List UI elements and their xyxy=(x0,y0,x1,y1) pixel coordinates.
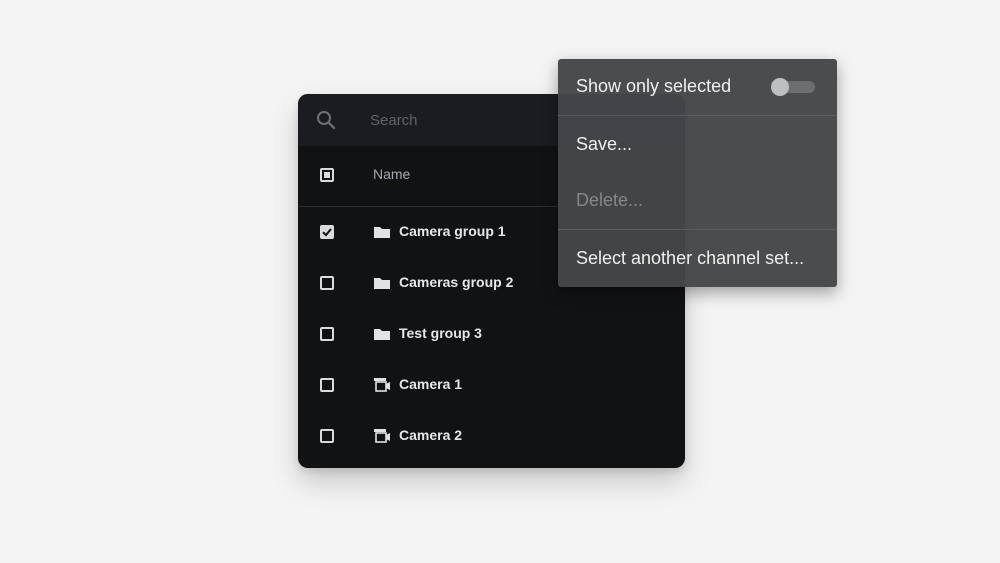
menu-item-delete: Delete... xyxy=(558,172,837,228)
folder-icon xyxy=(374,278,390,289)
row-label: Test group 3 xyxy=(399,325,482,341)
folder-icon xyxy=(374,329,390,340)
row-label: Camera 2 xyxy=(399,427,463,443)
camera-icon xyxy=(374,378,390,392)
camera-icon xyxy=(374,429,390,443)
row-label: Cameras group 2 xyxy=(399,274,514,290)
table-row[interactable]: Test group 3 xyxy=(298,309,685,359)
menu-item-label: Delete... xyxy=(576,190,644,210)
menu-item-save[interactable]: Save... xyxy=(558,116,837,172)
table-row[interactable]: Camera 1 xyxy=(298,360,685,410)
select-all-checkbox[interactable] xyxy=(320,168,334,182)
table-row[interactable]: Camera 2 xyxy=(298,411,685,461)
row-checkbox[interactable] xyxy=(320,276,334,290)
row-checkbox[interactable] xyxy=(320,378,334,392)
row-checkbox[interactable] xyxy=(320,327,334,341)
toggle-knob xyxy=(771,78,789,96)
menu-item-select-another-channel-set[interactable]: Select another channel set... xyxy=(558,230,837,287)
show-only-selected-toggle[interactable] xyxy=(771,78,815,96)
name-column-header: Name xyxy=(373,166,411,182)
row-checkbox-checked[interactable] xyxy=(320,225,334,239)
context-menu: Show only selected Save... Delete... Sel… xyxy=(558,59,837,287)
menu-item-label: Show only selected xyxy=(576,76,732,96)
row-label: Camera 1 xyxy=(399,376,463,392)
search-icon xyxy=(317,111,336,130)
row-label: Camera group 1 xyxy=(399,223,506,239)
menu-item-label: Select another channel set... xyxy=(576,248,805,268)
menu-item-show-only-selected[interactable]: Show only selected xyxy=(558,59,837,115)
menu-item-label: Save... xyxy=(576,134,633,154)
row-checkbox[interactable] xyxy=(320,429,334,443)
folder-icon xyxy=(374,227,390,238)
